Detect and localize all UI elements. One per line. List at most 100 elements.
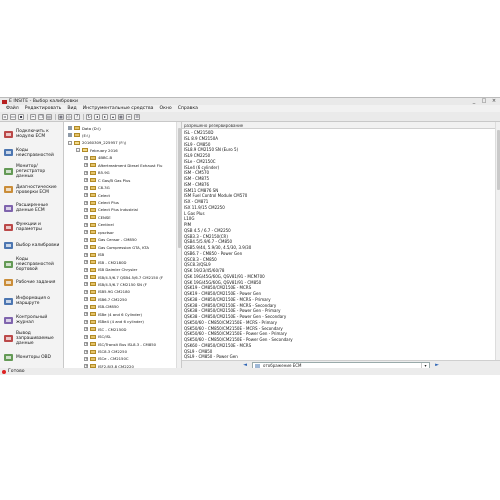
new-icon[interactable]: ▫ — [2, 113, 8, 120]
copy-icon[interactable]: ❐ — [38, 113, 44, 120]
menu-edit[interactable]: Редактировать — [25, 106, 62, 111]
expand-icon[interactable]: + — [84, 304, 88, 309]
expand-icon[interactable]: + — [84, 207, 88, 212]
folder-icon — [90, 215, 96, 220]
tree-scroll-thumb[interactable] — [178, 128, 181, 248]
expand-icon[interactable]: + — [84, 230, 88, 235]
sidebar-item-diagnostic-tests[interactable]: Диагностические проверки ECM — [2, 181, 61, 199]
expand-icon[interactable]: + — [84, 342, 88, 347]
sidebar-item-label: Коды неисправностей бортовой — [16, 256, 54, 272]
expand-icon[interactable]: + — [84, 334, 88, 339]
forward-icon[interactable]: ▸ — [102, 113, 108, 120]
connect-icon — [2, 128, 14, 140]
expand-icon[interactable]: + — [84, 319, 88, 324]
expand-icon[interactable]: + — [84, 193, 88, 198]
list-item[interactable]: QSL9 - CM850 - Power Gen — [184, 353, 238, 360]
folder-icon — [90, 312, 96, 317]
paste-icon[interactable]: ▤ — [46, 113, 52, 120]
expand-icon[interactable]: + — [84, 245, 88, 250]
sidebar-item-fault-codes[interactable]: Коды неисправностей — [2, 144, 61, 162]
tree-item-label: Celect Plus — [98, 200, 119, 205]
grid-view-icon[interactable]: ▦ — [118, 113, 124, 120]
menu-tools[interactable]: Инструментальные средства — [83, 106, 154, 111]
sidebar-item-calibration-select[interactable]: Выбор калибровки — [2, 237, 61, 255]
folder-icon — [90, 155, 96, 160]
expand-icon[interactable]: + — [84, 282, 88, 287]
folder-icon — [90, 349, 96, 354]
expand-icon[interactable]: + — [84, 185, 88, 190]
details-view-icon[interactable]: ☰ — [134, 113, 140, 120]
expand-icon[interactable]: + — [84, 252, 88, 257]
expand-icon[interactable]: + — [84, 178, 88, 183]
back-icon[interactable]: ◂ — [94, 113, 100, 120]
diagnostic-tests-icon — [2, 184, 14, 196]
expand-icon[interactable]: + — [84, 200, 88, 205]
tree-item-label: 4BBC-B — [98, 155, 113, 161]
menu-file[interactable]: Файл — [6, 106, 19, 111]
sidebar-item-obd-monitors[interactable]: Мониторы OBD — [2, 348, 61, 366]
sidebar-item-connect[interactable]: Подключить к модулю ECM — [2, 125, 61, 143]
sidebar-item-audit-log[interactable]: Контрольный журнал — [2, 311, 61, 329]
binoculars-icon[interactable]: ◎ — [66, 113, 72, 120]
sidebar-item-output-data[interactable]: Вывод запрашиваемые данные — [2, 330, 61, 348]
sidebar-item-data-monitor[interactable]: Монитор/регистратор данных — [2, 162, 61, 180]
expand-icon[interactable]: + — [84, 260, 88, 265]
menu-help[interactable]: Справка — [178, 106, 198, 111]
refresh-icon[interactable]: ↻ — [86, 113, 92, 120]
tree-scrollbar[interactable] — [176, 122, 181, 370]
list-view-icon[interactable]: ≡ — [126, 113, 132, 120]
expand-icon[interactable]: + — [84, 312, 88, 317]
expand-icon[interactable]: + — [84, 267, 88, 272]
folder-icon — [90, 342, 96, 347]
up-icon[interactable]: ▴ — [110, 113, 116, 120]
expand-icon[interactable]: + — [84, 349, 88, 354]
cut-icon[interactable]: ✂ — [30, 113, 36, 120]
list-scrollbar[interactable] — [495, 122, 500, 360]
tree-item-label: Data (D:\) — [82, 125, 101, 131]
expand-icon[interactable]: + — [84, 222, 88, 227]
expand-icon[interactable]: + — [84, 289, 88, 294]
open-icon[interactable]: ▭ — [10, 113, 16, 120]
tree-item-label: ISB — [98, 252, 105, 258]
expand-icon[interactable]: + — [84, 215, 88, 220]
maximize-button[interactable]: □ — [479, 98, 489, 104]
tree-item-label: ISB5.9G CM2180 — [98, 289, 130, 295]
tree-item-label: ISB - CM2180D — [98, 259, 127, 265]
sidebar-item-route-info[interactable]: Информация о маршруте — [2, 292, 61, 310]
collapse-icon[interactable]: - — [68, 140, 72, 145]
sidebar-item-features-parameters[interactable]: Функции и параметры — [2, 218, 61, 236]
print-icon[interactable]: ▦ — [58, 113, 64, 120]
sidebar-item-onboard-fault-codes[interactable]: Коды неисправностей бортовой — [2, 255, 61, 273]
menu-view[interactable]: Вид — [67, 106, 76, 111]
audit-log-icon — [2, 314, 14, 326]
save-icon[interactable]: ▪ — [18, 113, 24, 120]
tree-item-label: ISC/ISL — [98, 334, 112, 340]
expand-icon[interactable]: + — [84, 155, 88, 160]
expand-icon[interactable]: + — [84, 297, 88, 302]
expand-icon[interactable]: + — [84, 163, 88, 168]
expand-icon[interactable]: + — [84, 356, 88, 361]
folder-icon — [74, 133, 80, 138]
collapse-icon[interactable]: - — [76, 148, 80, 153]
menu-window[interactable]: Окно — [159, 106, 171, 111]
list-header: разрешено резервирование — [182, 122, 500, 129]
expand-icon[interactable]: + — [84, 170, 88, 175]
sidebar-item-advanced-data[interactable]: Расширенные данные ECM — [2, 199, 61, 217]
expand-icon[interactable]: + — [84, 275, 88, 279]
drive-icon[interactable] — [68, 126, 72, 130]
expand-icon[interactable]: + — [84, 327, 88, 332]
folder-icon — [90, 163, 96, 168]
expand-icon[interactable]: + — [84, 237, 88, 242]
folder-icon — [90, 260, 96, 265]
folder-icon — [90, 230, 96, 235]
folder-icon — [90, 334, 96, 339]
close-button[interactable]: × — [489, 98, 499, 104]
tree-item-label: ISB-CM850 — [98, 304, 119, 310]
tree-item-label: CENSE — [98, 214, 111, 220]
drive-icon[interactable] — [68, 133, 72, 138]
sidebar-item-work-orders[interactable]: Рабочие задания — [2, 274, 61, 292]
folder-icon — [90, 297, 96, 302]
help-icon[interactable]: ? — [74, 113, 80, 120]
minimize-button[interactable]: _ — [469, 98, 479, 104]
tree-item-label: ISB6.7 CM2250 — [98, 296, 127, 302]
